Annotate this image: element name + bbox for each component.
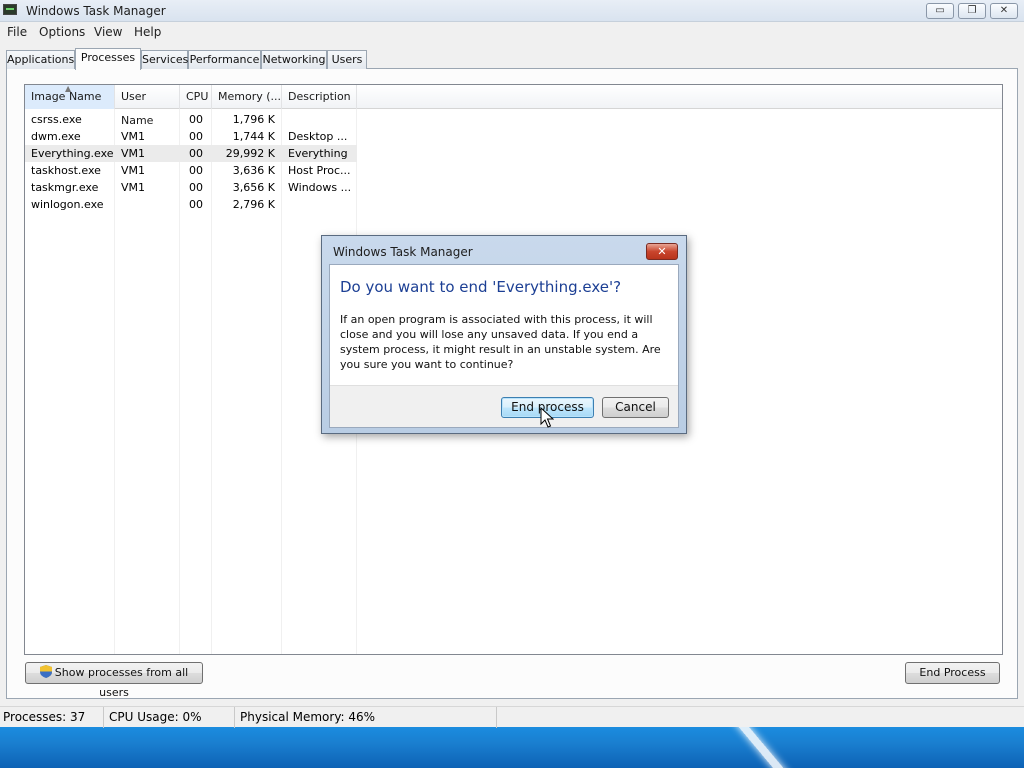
maximize-button[interactable]: ❐ (958, 3, 986, 19)
tab-networking[interactable]: Networking (261, 50, 327, 69)
column-image-name[interactable]: ▲ Image Name (25, 84, 115, 109)
table-row[interactable]: Everything.exe VM1 00 29,992 K Everything (25, 145, 357, 162)
tab-processes[interactable]: Processes (75, 48, 141, 70)
cell-user-name (121, 196, 176, 213)
show-all-users-button[interactable]: Show processes from all users (25, 662, 203, 699)
sort-ascending-icon: ▲ (65, 84, 72, 93)
status-bar: Processes: 37 CPU Usage: 0% Physical Mem… (0, 706, 1024, 728)
table-row[interactable]: csrss.exe 00 1,796 K (25, 111, 357, 128)
column-user-name[interactable]: User Name (115, 85, 180, 127)
table-row[interactable]: winlogon.exe 00 2,796 K (25, 196, 357, 213)
dialog-body: Do you want to end 'Everything.exe'? If … (329, 264, 679, 428)
cell-description: Windows ... (288, 181, 352, 194)
cell-memory: 3,656 K (232, 181, 275, 194)
column-memory[interactable]: Memory (... (212, 85, 282, 109)
menu-options[interactable]: Options (39, 25, 85, 39)
cell-description: Host Proc... (288, 164, 351, 177)
cell-user-name: VM1 (121, 164, 146, 177)
table-row[interactable]: dwm.exe VM1 00 1,744 K Desktop ... (25, 128, 357, 145)
cell-cpu: 00 (189, 181, 203, 194)
menu-view[interactable]: View (94, 25, 122, 39)
title-bar[interactable]: Windows Task Manager ▭ ❐ ✕ (0, 0, 1024, 22)
cell-user-name: VM1 (121, 130, 146, 143)
cell-description: Everything (288, 147, 348, 160)
cell-image-name: winlogon.exe (31, 198, 104, 211)
column-cpu[interactable]: CPU (180, 85, 212, 109)
cell-image-name: taskmgr.exe (31, 181, 99, 194)
cell-description (288, 196, 354, 213)
desktop-light-streak (732, 726, 796, 768)
cell-description: Desktop ... (288, 130, 348, 143)
table-row[interactable]: taskhost.exe VM1 00 3,636 K Host Proc... (25, 162, 357, 179)
cell-image-name: csrss.exe (31, 113, 82, 126)
cell-memory: 2,796 K (232, 198, 275, 211)
cell-description (288, 111, 354, 128)
cell-cpu: 00 (189, 147, 203, 160)
cell-user-name: VM1 (121, 147, 146, 160)
dialog-close-button[interactable]: ✕ (646, 243, 678, 260)
cell-memory: 29,992 K (225, 147, 275, 160)
cancel-button[interactable]: Cancel (602, 397, 669, 418)
cell-memory: 1,796 K (232, 113, 275, 126)
list-header: ▲ Image Name User Name CPU Memory (... D… (25, 84, 1002, 127)
column-description[interactable]: Description (282, 85, 357, 109)
cell-cpu: 00 (189, 130, 203, 143)
cell-memory: 3,636 K (232, 164, 275, 177)
end-process-dialog: Windows Task Manager ✕ Do you want to en… (321, 235, 687, 434)
tab-applications[interactable]: Applications (6, 50, 75, 69)
close-button[interactable]: ✕ (990, 3, 1018, 19)
cell-memory: 1,744 K (232, 130, 275, 143)
dialog-footer: End process Cancel (330, 385, 678, 427)
minimize-button[interactable]: ▭ (926, 3, 954, 19)
table-row[interactable]: taskmgr.exe VM1 00 3,656 K Windows ... (25, 179, 357, 196)
status-processes: Processes: 37 (0, 707, 104, 728)
tab-services[interactable]: Services (141, 50, 188, 69)
menu-help[interactable]: Help (134, 25, 161, 39)
cell-user-name (121, 111, 176, 128)
cell-image-name: taskhost.exe (31, 164, 101, 177)
uac-shield-icon (39, 665, 52, 678)
dialog-heading: Do you want to end 'Everything.exe'? (340, 278, 622, 296)
status-cpu-usage: CPU Usage: 0% (106, 707, 235, 728)
cell-cpu: 00 (189, 164, 203, 177)
window-title: Windows Task Manager (26, 4, 166, 18)
cell-user-name: VM1 (121, 181, 146, 194)
cell-image-name: Everything.exe (31, 147, 113, 160)
mouse-pointer-icon (540, 407, 554, 428)
tab-performance[interactable]: Performance (188, 50, 261, 69)
cell-image-name: dwm.exe (31, 130, 81, 143)
status-physical-memory: Physical Memory: 46% (237, 707, 497, 728)
tab-users[interactable]: Users (327, 50, 367, 69)
cell-cpu: 00 (189, 113, 203, 126)
dialog-title: Windows Task Manager (333, 245, 473, 259)
menu-file[interactable]: File (7, 25, 27, 39)
menu-bar: File Options View Help (0, 22, 1024, 42)
cell-cpu: 00 (189, 198, 203, 211)
end-process-button[interactable]: End Process (905, 662, 1000, 684)
dialog-message: If an open program is associated with th… (340, 313, 661, 371)
desktop-background (0, 726, 1024, 768)
task-manager-icon (3, 4, 19, 18)
